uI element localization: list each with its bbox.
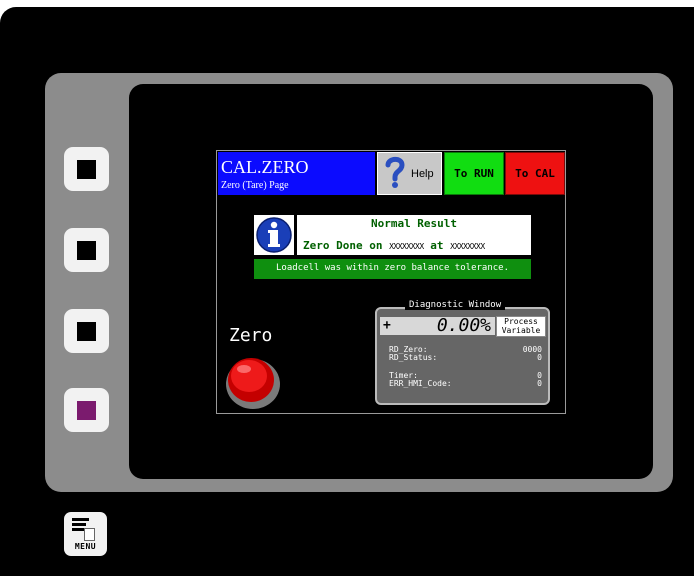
process-variable-label: Process Variable bbox=[496, 316, 546, 337]
page-title-block: CAL.ZERO Zero (Tare) Page bbox=[218, 152, 375, 195]
info-icon bbox=[256, 217, 292, 253]
process-value: 0.00% bbox=[436, 315, 491, 336]
softkey-3-indicator bbox=[77, 322, 96, 341]
to-run-label: To RUN bbox=[454, 167, 494, 180]
to-cal-button[interactable]: To CAL bbox=[505, 152, 565, 195]
to-cal-label: To CAL bbox=[515, 167, 555, 180]
result-title: Normal Result bbox=[370, 217, 458, 230]
result-time: XXXXXXXX bbox=[450, 242, 485, 251]
hmi-display: CAL.ZERO Zero (Tare) Page Help To RUN To… bbox=[216, 150, 566, 414]
diag-value: 0 bbox=[537, 353, 542, 362]
result-detail: Zero Done on XXXXXXXX at XXXXXXXX bbox=[303, 239, 529, 252]
result-panel: Normal Result Zero Done on XXXXXXXX at X… bbox=[297, 215, 531, 255]
diag-label: RD_Status: bbox=[389, 353, 438, 362]
page-subtitle: Zero (Tare) Page bbox=[221, 180, 289, 191]
tolerance-bar: Loadcell was within zero balance toleran… bbox=[254, 259, 531, 279]
zero-label: Zero bbox=[229, 325, 273, 346]
softkey-1[interactable] bbox=[64, 147, 109, 191]
menu-button[interactable]: MENU bbox=[64, 512, 107, 556]
pv-label-line1: Process bbox=[504, 317, 538, 326]
diag-label: ERR_HMI_Code: bbox=[389, 379, 452, 388]
to-run-button[interactable]: To RUN bbox=[444, 152, 504, 195]
result-detail-mid: at bbox=[430, 239, 444, 252]
question-mark-icon bbox=[385, 156, 405, 188]
diagnostic-title: Diagnostic Window bbox=[405, 300, 506, 310]
process-value-display: + 0.00% bbox=[380, 315, 495, 336]
help-label: Help bbox=[411, 168, 434, 180]
softkey-3[interactable] bbox=[64, 309, 109, 353]
softkey-2[interactable] bbox=[64, 228, 109, 272]
page-title: CAL.ZERO bbox=[221, 157, 309, 177]
result-detail-prefix: Zero Done on bbox=[303, 239, 383, 252]
diagnostic-window: Diagnostic Window + 0.00% Process Variab… bbox=[375, 300, 550, 405]
softkey-2-indicator bbox=[77, 241, 96, 260]
softkey-1-indicator bbox=[77, 160, 96, 179]
zero-button[interactable] bbox=[223, 351, 283, 411]
diag-value: 0 bbox=[537, 379, 542, 388]
tolerance-message: Loadcell was within zero balance toleran… bbox=[276, 263, 509, 273]
info-icon-box bbox=[254, 215, 294, 255]
document-icon bbox=[84, 528, 95, 541]
process-value-sign: + bbox=[383, 318, 391, 333]
menu-label: MENU bbox=[74, 542, 97, 551]
softkey-4-indicator bbox=[77, 401, 96, 420]
pv-label-line2: Variable bbox=[501, 326, 541, 335]
help-button[interactable]: Help bbox=[377, 152, 442, 195]
softkey-4[interactable] bbox=[64, 388, 109, 432]
result-date: XXXXXXXX bbox=[389, 242, 424, 251]
